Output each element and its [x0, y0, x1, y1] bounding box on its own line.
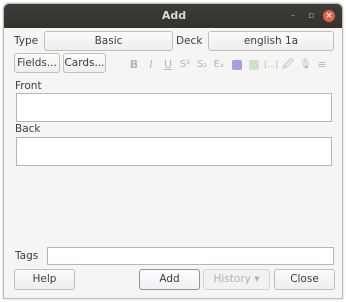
deck-label: Deck [176, 35, 203, 47]
back-label: Back [15, 123, 41, 135]
highlight-color-icon[interactable] [249, 60, 259, 70]
back-field[interactable] [16, 137, 332, 166]
superscript-icon[interactable]: S² [179, 58, 191, 72]
close-button[interactable]: Close [274, 269, 335, 290]
fields-button[interactable]: Fields... [14, 53, 60, 73]
close-icon[interactable]: × [323, 10, 335, 22]
text-color-icon[interactable] [232, 60, 242, 70]
minimize-icon[interactable]: – [287, 10, 299, 22]
record-audio-icon[interactable]: 🎙 [299, 58, 312, 72]
clear-format-icon[interactable]: Eₓ [213, 58, 225, 72]
type-label: Type [14, 35, 39, 47]
subscript-icon[interactable]: S₂ [196, 58, 208, 72]
cloze-icon[interactable]: [...] [263, 58, 279, 72]
tags-label: Tags [15, 250, 39, 262]
note-type-button[interactable]: Basic [44, 31, 173, 51]
tags-input[interactable] [47, 247, 334, 265]
add-button[interactable]: Add [139, 269, 200, 290]
attach-icon[interactable]: 🖉 [282, 58, 294, 72]
maximize-icon[interactable]: ▫ [305, 10, 317, 22]
more-options-icon[interactable]: ≡ [316, 58, 328, 72]
bold-icon[interactable]: B [128, 58, 140, 72]
front-label: Front [15, 80, 42, 92]
front-field[interactable] [16, 93, 332, 122]
underline-icon[interactable]: U [162, 58, 174, 72]
title-bar[interactable]: Add – ▫ × [4, 4, 342, 28]
help-button[interactable]: Help [14, 269, 75, 290]
deck-button[interactable]: english 1a [208, 31, 334, 51]
cards-button[interactable]: Cards... [63, 53, 106, 73]
history-button[interactable]: History ▾ [203, 269, 270, 290]
italic-icon[interactable]: I [145, 58, 157, 72]
add-dialog: Add – ▫ × Type Basic Deck english 1a Fie… [3, 3, 343, 299]
